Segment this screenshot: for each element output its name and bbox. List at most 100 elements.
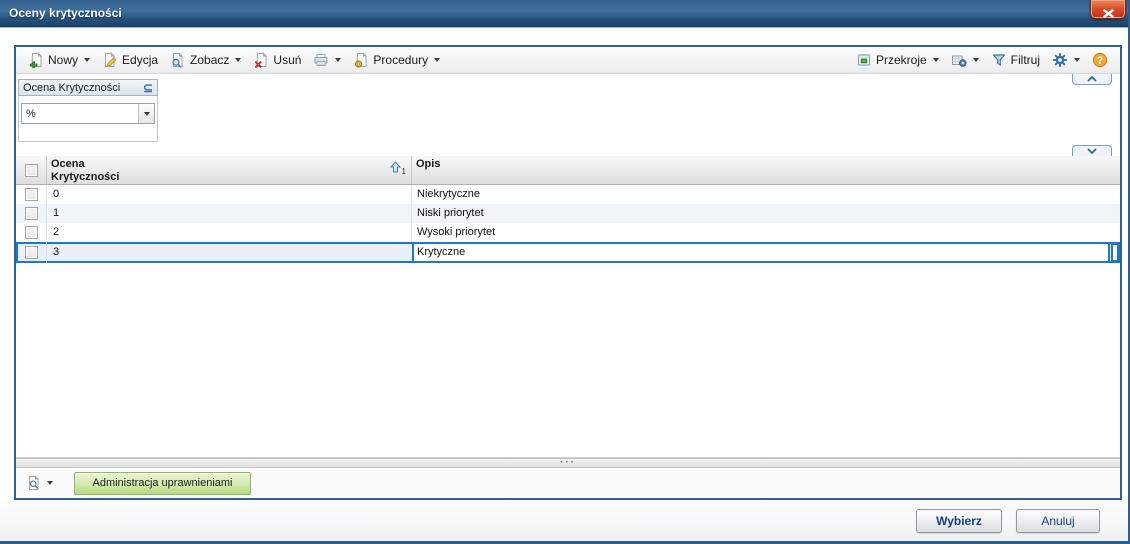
gear-icon	[1052, 52, 1068, 68]
sort-up-arrow-icon	[389, 161, 401, 176]
header-checkbox-cell	[16, 156, 47, 184]
sort-indicator: 1	[389, 161, 406, 176]
cell-editor-slot[interactable]	[1111, 243, 1119, 262]
combo-caret-icon	[143, 111, 150, 116]
filter-value[interactable]: %	[22, 104, 138, 123]
filter-button[interactable]: Filtruj	[985, 50, 1046, 70]
collapse-up-button[interactable]	[1072, 74, 1112, 85]
edit-button-label: Edycja	[122, 53, 159, 67]
row-checkbox[interactable]	[24, 188, 38, 201]
bottom-tab-bar: Administracja uprawnieniami	[16, 468, 1120, 498]
cell-opis[interactable]: Wysoki priorytet	[412, 223, 1120, 242]
filter-section: Ocena Krytyczności ⊆ %	[16, 74, 1120, 156]
filter-funnel-icon	[991, 52, 1007, 68]
window-title: Oceny krytyczności	[9, 6, 122, 20]
column-header-opis[interactable]: Opis	[412, 156, 1120, 184]
row-checkbox[interactable]	[24, 226, 38, 239]
delete-button-label: Usuń	[273, 53, 302, 67]
cell-opis-editing[interactable]: Krytyczne	[412, 242, 1110, 263]
procedures-button[interactable]: Procedury	[347, 50, 446, 70]
cell-opis[interactable]: Niski priorytet	[412, 204, 1120, 223]
view-button[interactable]: Zobacz	[164, 50, 247, 70]
table-row-selected[interactable]: 3 Krytyczne	[16, 242, 1120, 263]
table-row[interactable]: 1 Niski priorytet	[16, 204, 1120, 223]
cell-opis[interactable]: Niekrytyczne	[412, 185, 1120, 204]
analysis-dropdown-caret	[972, 58, 979, 62]
row-checkbox-cell	[16, 242, 47, 263]
dialog-window: Oceny krytyczności Nowy Edycja Zobacz Us…	[0, 0, 1130, 544]
view-chooser-icon	[26, 475, 42, 491]
cell-ocena[interactable]: 1	[47, 204, 412, 223]
cell-ocena[interactable]: 3	[47, 242, 412, 263]
svg-text:?: ?	[1097, 56, 1103, 67]
column-header-ocena[interactable]: Ocena Krytyczności 1	[47, 156, 412, 184]
column-header-ocena-label: Ocena Krytyczności	[51, 158, 120, 183]
procedures-button-label: Procedury	[373, 53, 429, 67]
select-button[interactable]: Wybierz	[916, 508, 1002, 533]
cell-ocena[interactable]: 2	[47, 223, 412, 242]
new-button-label: Nowy	[48, 53, 79, 67]
row-checkbox[interactable]	[24, 246, 38, 259]
delete-document-icon	[253, 52, 269, 68]
edit-document-icon	[102, 52, 118, 68]
view-dropdown-caret	[235, 58, 242, 62]
filter-operator-icon[interactable]: ⊆	[143, 81, 153, 95]
header-checkbox[interactable]	[24, 163, 38, 177]
view-button-label: Zobacz	[190, 53, 230, 67]
close-button[interactable]	[1090, 0, 1126, 19]
print-icon	[313, 52, 329, 68]
grid-empty-area	[16, 263, 1120, 454]
help-button[interactable]: ?	[1086, 50, 1114, 70]
tab-label: Administracja uprawnieniami	[92, 477, 233, 489]
close-icon	[1102, 5, 1114, 18]
sections-button[interactable]: Przekroje	[850, 50, 945, 70]
data-grid: Ocena Krytyczności 1 Opis 0 Niekrytyczne	[16, 156, 1120, 498]
filter-value-combobox[interactable]: %	[21, 103, 155, 124]
procedures-icon	[353, 52, 369, 68]
view-chooser-caret	[47, 481, 53, 485]
column-header-opis-label: Opis	[416, 158, 441, 170]
new-dropdown-caret	[84, 58, 91, 62]
chevron-down-icon	[1086, 142, 1098, 160]
help-icon: ?	[1092, 52, 1108, 68]
row-checkbox-cell	[16, 185, 47, 204]
view-chooser-button[interactable]	[22, 472, 57, 494]
cancel-button[interactable]: Anuluj	[1016, 508, 1100, 533]
row-checkbox[interactable]	[24, 207, 38, 220]
new-document-icon	[28, 52, 44, 69]
grid-header-row: Ocena Krytyczności 1 Opis	[16, 156, 1120, 185]
tab-administracja-uprawnieniami[interactable]: Administracja uprawnieniami	[74, 471, 251, 495]
chevron-up-icon	[1086, 70, 1098, 88]
edit-button[interactable]: Edycja	[96, 50, 164, 70]
filter-header: Ocena Krytyczności ⊆	[18, 79, 158, 96]
toolbar: Nowy Edycja Zobacz Usuń Procedury Przekr…	[16, 47, 1120, 74]
cell-ocena[interactable]: 0	[47, 185, 412, 204]
collapse-down-button[interactable]	[1072, 145, 1112, 156]
sections-dropdown-caret	[932, 58, 939, 62]
new-button[interactable]: Nowy	[22, 50, 96, 70]
row-checkbox-cell	[16, 223, 47, 242]
analysis-button[interactable]	[945, 50, 985, 70]
filter-title: Ocena Krytyczności	[23, 81, 121, 94]
print-dropdown-caret	[335, 58, 342, 62]
table-row[interactable]: 0 Niekrytyczne	[16, 185, 1120, 204]
splitter-handle[interactable]: ···	[16, 458, 1120, 468]
row-checkbox-cell	[16, 204, 47, 223]
analysis-grid-icon	[951, 52, 967, 68]
main-panel: Nowy Edycja Zobacz Usuń Procedury Przekr…	[14, 45, 1122, 500]
sections-button-label: Przekroje	[875, 53, 927, 67]
procedures-dropdown-caret	[434, 58, 441, 62]
delete-button[interactable]: Usuń	[247, 50, 307, 70]
view-document-icon	[170, 52, 186, 68]
settings-button[interactable]	[1046, 50, 1086, 70]
settings-dropdown-caret	[1074, 58, 1080, 62]
print-button[interactable]	[307, 50, 347, 70]
combo-dropdown-button[interactable]	[138, 104, 154, 123]
splitter-dots: ···	[560, 457, 576, 468]
sections-icon	[856, 52, 872, 68]
table-row[interactable]: 2 Wysoki priorytet	[16, 223, 1120, 242]
filter-box: Ocena Krytyczności ⊆ %	[18, 79, 158, 142]
title-bar: Oceny krytyczności	[0, 0, 1130, 28]
sort-order-number: 1	[401, 167, 406, 176]
footer-button-bar: Wybierz Anuluj	[0, 500, 1128, 541]
